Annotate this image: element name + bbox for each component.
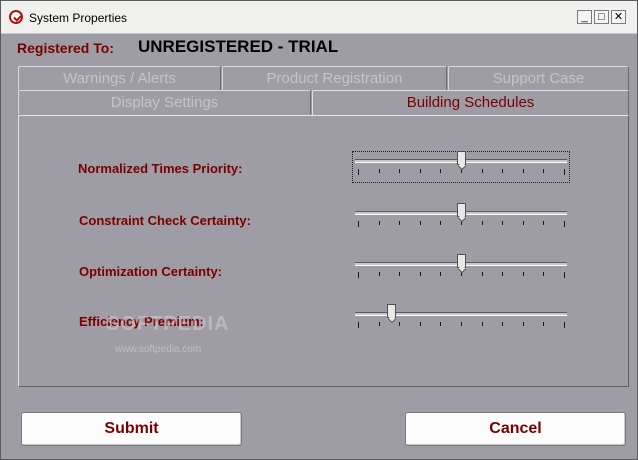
slider-thumb[interactable] — [386, 304, 396, 318]
normalized-times-priority-slider[interactable] — [352, 151, 570, 183]
slider-tick — [481, 272, 483, 276]
slider-thumb[interactable] — [457, 151, 466, 165]
slider-tick — [378, 221, 380, 225]
slider-tick — [522, 169, 524, 173]
slider-tick — [543, 272, 545, 276]
tab-product-registration[interactable]: Product Registration — [222, 66, 447, 90]
slider-tick — [481, 169, 483, 173]
watermark-logo: SOFTPEDIA — [106, 313, 230, 335]
slider-thumb[interactable] — [457, 254, 466, 268]
optimization-certainty-label: Optimization Certainty: — [79, 264, 223, 279]
slider-thumb[interactable] — [457, 203, 466, 217]
slider-tick — [378, 322, 380, 326]
slider-tick — [358, 169, 359, 175]
slider-tick — [461, 322, 462, 326]
slider-tick — [358, 322, 359, 328]
slider-tick — [543, 322, 545, 326]
slider-tick — [564, 169, 565, 175]
tab-building-schedules[interactable]: Building Schedules — [312, 90, 629, 116]
slider-tick — [502, 322, 504, 326]
slider-tick — [358, 221, 359, 227]
title-bar[interactable]: System Properties _ □ ✕ — [1, 1, 637, 34]
slider-tick — [522, 272, 524, 276]
slider-tick — [564, 322, 565, 328]
tab-warnings-alerts[interactable]: Warnings / Alerts — [18, 66, 221, 90]
slider-tick — [564, 272, 565, 278]
slider-tick — [419, 322, 421, 326]
slider-tick — [543, 169, 545, 173]
slider-tick — [358, 272, 359, 278]
slider-tick — [399, 221, 401, 225]
registration-status: UNREGISTERED - TRIAL — [138, 37, 339, 56]
slider-tick — [419, 272, 421, 276]
slider-tick — [564, 221, 565, 227]
submit-button[interactable]: Submit — [21, 412, 242, 446]
slider-tick — [440, 221, 442, 225]
maximize-button[interactable]: □ — [594, 10, 609, 24]
normalized-times-priority-label: Normalized Times Priority: — [78, 161, 243, 176]
slider-tick — [440, 169, 442, 173]
slider-tick — [502, 221, 504, 225]
tab-support-case[interactable]: Support Case — [448, 66, 629, 90]
constraint-check-certainty-label: Constraint Check Certainty: — [79, 213, 251, 228]
slider-tick — [522, 322, 524, 326]
minimize-button[interactable]: _ — [577, 10, 592, 24]
slider-tick — [543, 221, 545, 225]
slider-tick — [399, 272, 401, 276]
slider-tick — [378, 169, 380, 173]
slider-tick — [522, 221, 524, 225]
slider-tick — [481, 322, 483, 326]
slider-tick — [399, 169, 401, 173]
efficiency-premium-slider[interactable] — [353, 304, 569, 335]
slider-tick — [419, 169, 421, 173]
slider-tick — [399, 322, 401, 326]
slider-tick — [419, 221, 421, 225]
slider-tick — [378, 272, 380, 276]
close-button[interactable]: ✕ — [611, 10, 626, 24]
slider-tick — [440, 322, 442, 326]
slider-tick — [502, 169, 504, 173]
constraint-check-certainty-slider[interactable] — [353, 203, 569, 234]
window-title: System Properties — [29, 11, 128, 25]
optimization-certainty-slider[interactable] — [353, 254, 569, 285]
slider-tick — [502, 272, 504, 276]
tab-display-settings[interactable]: Display Settings — [18, 90, 311, 114]
cancel-button[interactable]: Cancel — [405, 412, 626, 446]
app-logo-icon — [9, 10, 23, 24]
slider-tick — [440, 272, 442, 276]
registered-to-label: Registered To: — [17, 40, 114, 56]
slider-tick — [481, 221, 483, 225]
system-properties-window: System Properties _ □ ✕ Registered To: U… — [0, 0, 638, 460]
watermark-url: www.softpedia.com — [115, 344, 202, 355]
